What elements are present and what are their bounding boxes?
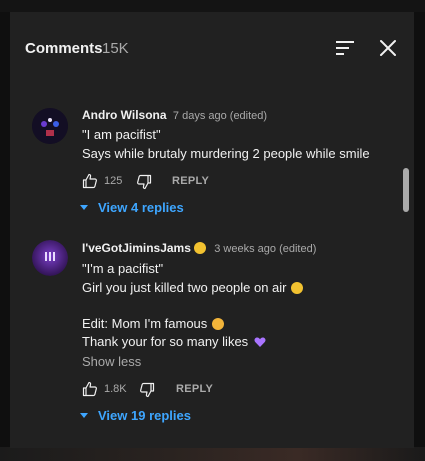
- thumb-up-icon[interactable]: [82, 173, 98, 189]
- thumb-down-icon[interactable]: [136, 174, 152, 190]
- reply-button[interactable]: REPLY: [176, 383, 213, 395]
- thumb-down-icon[interactable]: [139, 382, 155, 398]
- grinning-emoji-icon: [193, 242, 206, 254]
- avatar-image: [32, 240, 68, 276]
- comment-count: 15K: [102, 40, 129, 57]
- view-replies-button[interactable]: View 4 replies: [80, 200, 184, 215]
- comment-author[interactable]: I'veGotJiminsJams: [82, 241, 191, 255]
- comment-header: Andro Wilsona 7 days ago (edited): [82, 108, 267, 122]
- comments-panel: Comments 15K Andro Wilsona 7 days ago (e…: [10, 12, 414, 448]
- comment-actions: 125 REPLY: [82, 173, 282, 193]
- comment-text-line: Edit: Mom I'm famous: [82, 316, 225, 331]
- view-replies-label: View 19 replies: [98, 408, 191, 423]
- comment-timestamp[interactable]: 3 weeks ago (edited): [214, 243, 316, 255]
- thumb-up-icon[interactable]: [82, 381, 98, 397]
- avatar[interactable]: [32, 108, 68, 144]
- like-count: 1.8K: [104, 383, 127, 395]
- comment-timestamp[interactable]: 7 days ago (edited): [173, 110, 267, 122]
- comment-header: I'veGotJiminsJams 3 weeks ago (edited): [82, 241, 316, 255]
- panel-title: Comments: [25, 40, 103, 57]
- reply-button[interactable]: REPLY: [172, 175, 209, 187]
- comment-author[interactable]: Andro Wilsona: [82, 108, 167, 122]
- comment-text-line: "I'm a pacifist": [82, 261, 164, 276]
- astonished-emoji-icon: [212, 318, 225, 330]
- purple-heart-icon: [254, 336, 266, 348]
- avatar-image: [32, 108, 68, 144]
- close-icon: [380, 40, 396, 56]
- panel-header: Comments 15K: [10, 12, 414, 82]
- avatar[interactable]: [32, 240, 68, 276]
- view-replies-button[interactable]: View 19 replies: [80, 408, 191, 423]
- comment-actions: 1.8K REPLY: [82, 381, 282, 401]
- view-replies-label: View 4 replies: [98, 200, 184, 215]
- comment-text-line: "I am pacifist": [82, 127, 161, 142]
- show-less-button[interactable]: Show less: [82, 354, 141, 369]
- like-count: 125: [104, 175, 123, 187]
- sort-icon: [336, 41, 354, 55]
- background-video-edge: [0, 447, 425, 461]
- scrollbar-thumb[interactable]: [403, 168, 409, 212]
- comment-text-line: Says while brutaly murdering 2 people wh…: [82, 146, 370, 161]
- comment-text-line: Thank your for so many likes: [82, 334, 266, 349]
- background-top: [0, 0, 425, 12]
- comment-text-line: Girl you just killed two people on air: [82, 280, 303, 295]
- laughing-emoji-icon: [290, 282, 303, 294]
- caret-down-icon: [80, 413, 88, 418]
- sort-button[interactable]: [334, 38, 356, 58]
- caret-down-icon: [80, 205, 88, 210]
- close-button[interactable]: [376, 36, 400, 60]
